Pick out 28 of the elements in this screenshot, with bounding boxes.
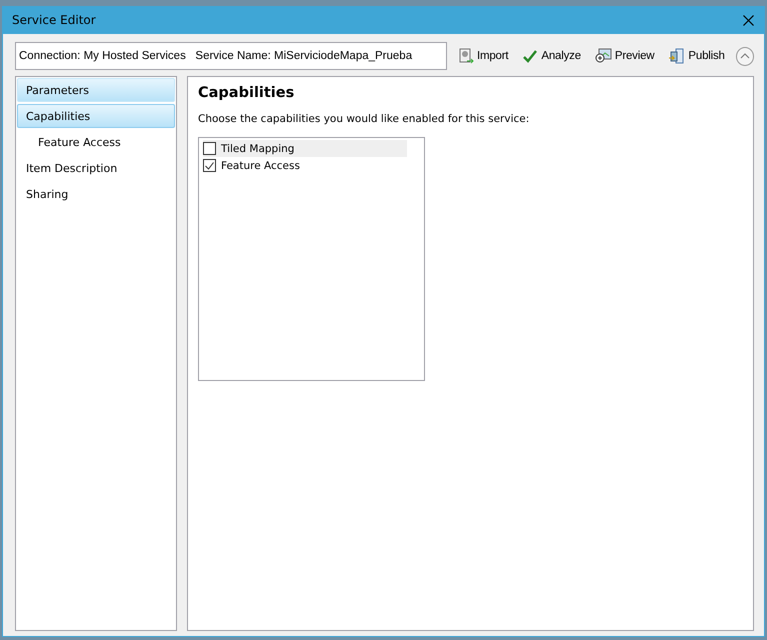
checkbox[interactable]	[203, 142, 216, 155]
capability-row[interactable]: Tiled Mapping	[203, 140, 407, 157]
toolbar-button[interactable]: Analyze	[519, 45, 584, 67]
capability-label: Tiled Mapping	[221, 142, 294, 154]
window-title: Service Editor	[12, 13, 96, 27]
import-icon	[458, 48, 474, 64]
toolbar-button[interactable]: Preview	[592, 45, 658, 67]
checkmark-icon	[522, 48, 538, 64]
section-heading: Capabilities	[198, 85, 296, 101]
toolbar-button[interactable]: Import	[454, 45, 512, 67]
close-icon	[742, 14, 754, 26]
chevron-up-icon	[740, 53, 750, 59]
close-button[interactable]	[740, 12, 756, 28]
description-text: Choose the capabilities you would like enabled for this service:	[198, 113, 530, 125]
sidebar-item[interactable]: Parameters	[17, 78, 175, 102]
checkbox[interactable]	[203, 159, 216, 172]
collapse-button[interactable]	[736, 46, 754, 66]
server-icon	[668, 48, 686, 64]
capability-row[interactable]: Feature Access	[203, 157, 407, 174]
sidebar-item[interactable]: Item Description	[17, 156, 175, 180]
sidebar-item[interactable]: Feature Access	[17, 130, 175, 154]
sidebar-item[interactable]: Sharing	[17, 182, 175, 206]
sidebar-item[interactable]: Capabilities	[17, 104, 175, 128]
connection-field[interactable]: Connection: My Hosted Services Service Name: MiServiciodeMapa_Prueba	[15, 42, 447, 70]
check-icon	[205, 162, 214, 170]
magnifier-map-icon	[594, 48, 612, 64]
capability-label: Feature Access	[221, 160, 300, 172]
toolbar-button[interactable]: Publish	[665, 45, 728, 67]
